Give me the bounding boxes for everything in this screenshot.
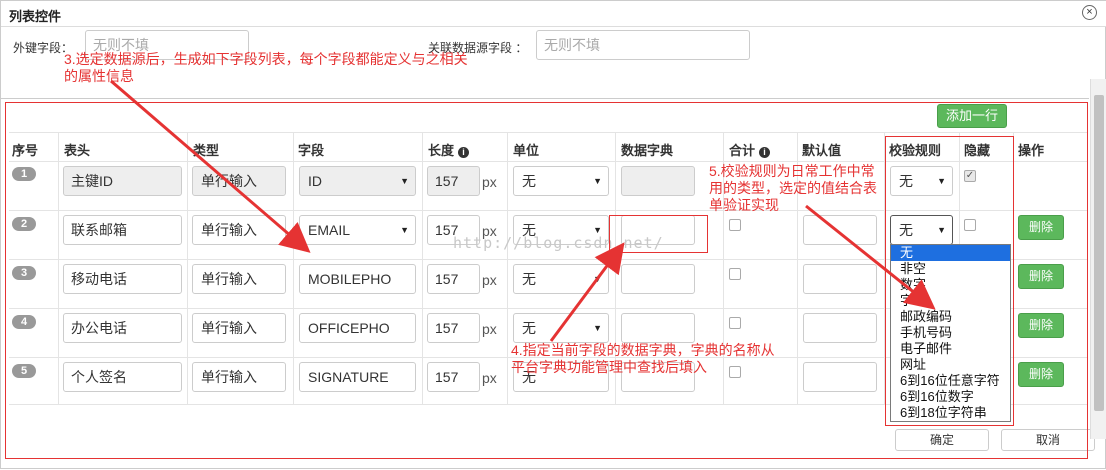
arrow-3 [110, 79, 311, 253]
arrow-5 [805, 204, 936, 310]
list-control-dialog: 列表控件 × 外键字段： 无则不填 关联数据源字段 ： 无则不填 添加一行 序号… [0, 0, 1106, 469]
annotation-arrows [110, 79, 936, 342]
arrow-4 [549, 242, 625, 342]
